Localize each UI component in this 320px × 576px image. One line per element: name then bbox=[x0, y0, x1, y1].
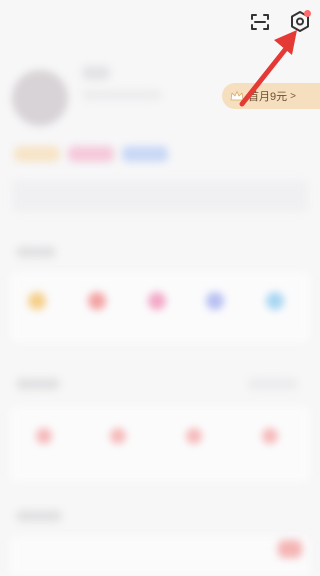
section-2-icon-1 bbox=[36, 428, 52, 444]
grid-icon-3 bbox=[148, 292, 166, 310]
grid-icon-5 bbox=[266, 292, 284, 310]
section-3-card bbox=[10, 536, 310, 576]
section-2-more bbox=[248, 378, 298, 390]
vip-offer-label: 首月9元 bbox=[248, 91, 288, 103]
tag-chip-3 bbox=[122, 146, 168, 162]
user-subtitle-placeholder bbox=[82, 90, 162, 100]
username-placeholder bbox=[82, 66, 110, 80]
scan-icon bbox=[251, 14, 269, 30]
section-2-icon-3 bbox=[186, 428, 202, 444]
tag-chip-2 bbox=[68, 146, 114, 162]
section-2-icon-2 bbox=[110, 428, 126, 444]
grid-icon-4 bbox=[206, 292, 224, 310]
section-title-2 bbox=[16, 378, 60, 390]
tag-chip-1 bbox=[14, 146, 60, 162]
section-title-3 bbox=[16, 510, 62, 522]
section-title-1 bbox=[16, 246, 56, 258]
notification-dot bbox=[304, 10, 311, 17]
chevron-right-icon: > bbox=[290, 90, 296, 102]
avatar bbox=[12, 70, 68, 126]
section-2-card bbox=[10, 406, 310, 482]
crown-icon bbox=[230, 91, 244, 101]
vip-offer-button[interactable]: 首月9元 > bbox=[222, 83, 320, 109]
section-2-icon-4 bbox=[262, 428, 278, 444]
stats-row bbox=[12, 180, 308, 212]
floating-badge bbox=[278, 540, 302, 558]
scan-button[interactable] bbox=[248, 10, 272, 34]
grid-icon-1 bbox=[28, 292, 46, 310]
grid-icon-2 bbox=[88, 292, 106, 310]
